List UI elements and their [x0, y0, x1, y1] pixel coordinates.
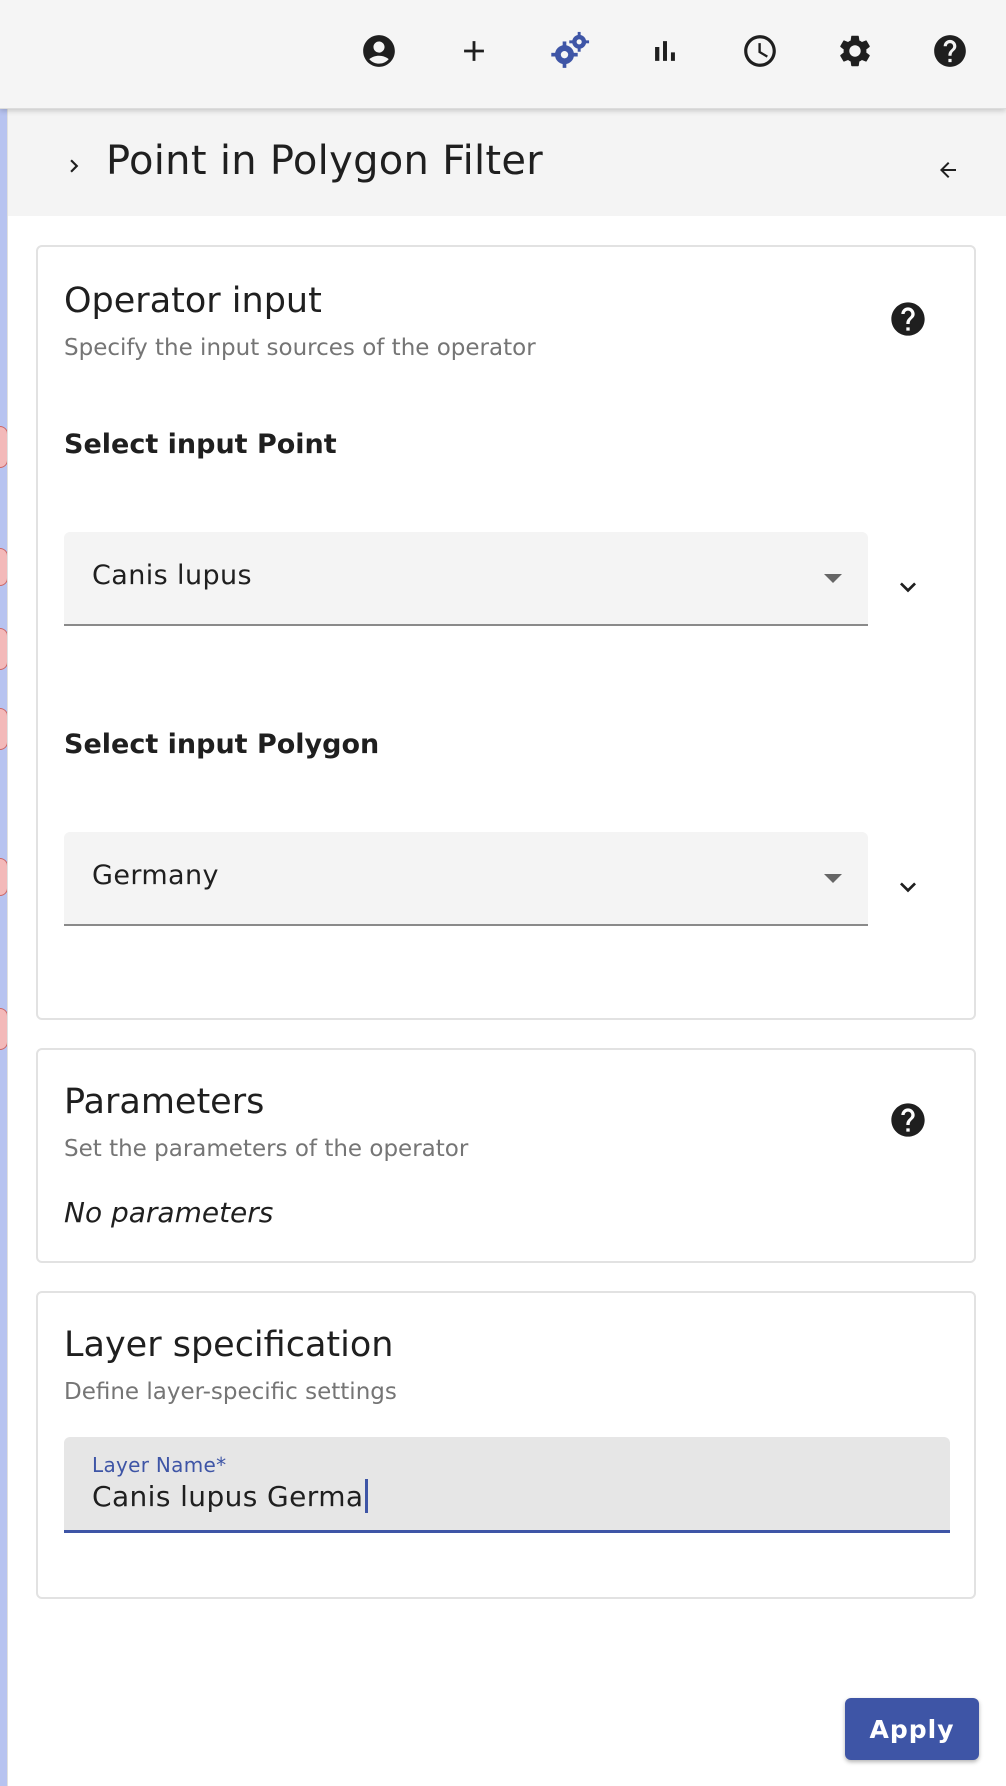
history-clock-icon[interactable]	[735, 26, 785, 76]
point-source-value: Canis lupus	[92, 560, 252, 591]
text-caret	[365, 1479, 369, 1513]
apply-button[interactable]: Apply	[845, 1698, 979, 1760]
parameters-subtitle: Set the parameters of the operator	[64, 1136, 469, 1162]
polygon-source-select[interactable]: Germany	[64, 832, 868, 926]
chevron-down-icon[interactable]	[890, 869, 926, 905]
layer-specification-title: Layer specification	[64, 1325, 394, 1365]
operator-input-title: Operator input	[64, 281, 322, 321]
help-icon[interactable]	[888, 299, 928, 339]
panel-divider	[7, 108, 8, 1786]
chevron-right-icon[interactable]	[56, 148, 92, 184]
operators-gears-icon[interactable]	[545, 26, 595, 76]
chevron-down-icon[interactable]	[890, 569, 926, 605]
select-input-point-label: Select input Point	[64, 429, 337, 460]
settings-gear-icon[interactable]	[830, 26, 880, 76]
no-parameters-text: No parameters	[64, 1196, 274, 1229]
polygon-source-value: Germany	[92, 860, 219, 891]
top-toolbar	[0, 0, 1006, 109]
layer-name-label: Layer Name*	[92, 1453, 227, 1477]
select-input-polygon-label: Select input Polygon	[64, 729, 380, 760]
account-circle-icon[interactable]	[354, 26, 404, 76]
dropdown-arrow-icon	[824, 574, 842, 583]
layer-specification-card: Layer specification Define layer-specifi…	[36, 1291, 976, 1599]
help-icon[interactable]	[925, 26, 975, 76]
layer-name-value: Canis lupus Germa	[92, 1479, 364, 1513]
point-source-select[interactable]: Canis lupus	[64, 532, 868, 626]
bar-chart-icon[interactable]	[640, 26, 690, 76]
layer-name-field[interactable]: Layer Name* Canis lupus Germa	[64, 1437, 950, 1533]
parameters-title: Parameters	[64, 1082, 265, 1122]
layer-specification-subtitle: Define layer-specific settings	[64, 1379, 397, 1405]
panel-header: Point in Polygon Filter	[8, 108, 1006, 216]
dropdown-arrow-icon	[824, 874, 842, 883]
map-background-strip	[0, 108, 7, 1786]
help-icon[interactable]	[888, 1100, 928, 1140]
operator-input-subtitle: Specify the input sources of the operato…	[64, 335, 536, 361]
panel-title: Point in Polygon Filter	[106, 138, 544, 184]
parameters-card: Parameters Set the parameters of the ope…	[36, 1048, 976, 1263]
operator-input-card: Operator input Specify the input sources…	[36, 245, 976, 1020]
arrow-back-icon[interactable]	[930, 152, 966, 188]
add-icon[interactable]	[449, 26, 499, 76]
layer-name-input[interactable]: Canis lupus Germa	[92, 1479, 369, 1513]
